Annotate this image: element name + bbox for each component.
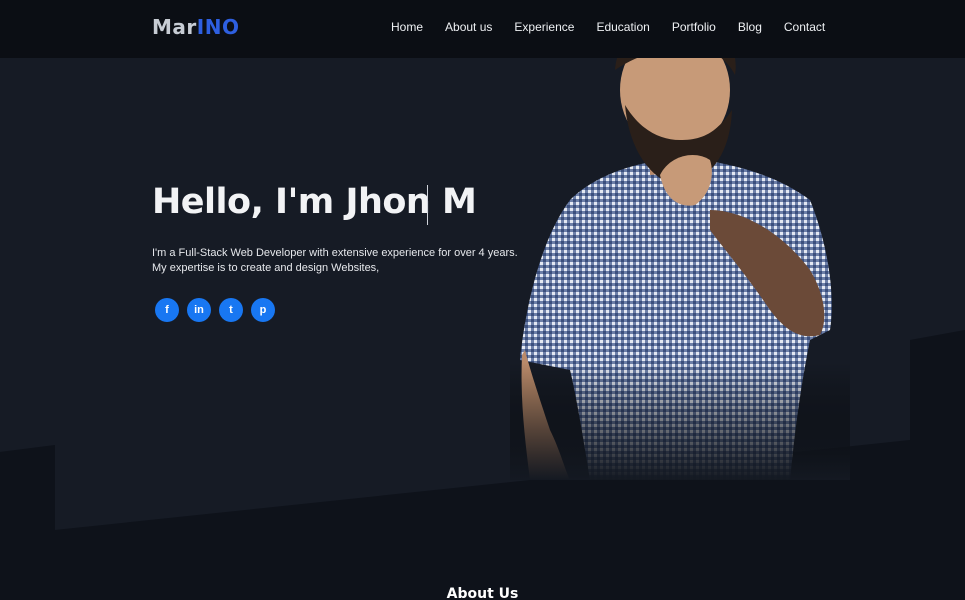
typing-caret (427, 185, 428, 225)
main-nav: Home About us Experience Education Portf… (391, 20, 825, 34)
nav-item-experience[interactable]: Experience (514, 20, 574, 34)
nav-item-contact[interactable]: Contact (784, 20, 825, 34)
social-links: f in t p (155, 298, 275, 322)
nav-item-portfolio[interactable]: Portfolio (672, 20, 716, 34)
nav-item-education[interactable]: Education (596, 20, 649, 34)
pinterest-glyph: p (259, 304, 267, 316)
twitter-icon[interactable]: t (219, 298, 243, 322)
logo-text-part1: Mar (152, 15, 197, 39)
site-header: MarINO Home About us Experience Educatio… (0, 0, 965, 58)
nav-item-home[interactable]: Home (391, 20, 423, 34)
facebook-glyph: f (165, 304, 169, 316)
about-section-title: About Us (446, 586, 519, 600)
twitter-glyph: t (229, 304, 233, 316)
nav-item-about-us[interactable]: About us (445, 20, 492, 34)
linkedin-glyph: in (194, 304, 204, 316)
facebook-icon[interactable]: f (155, 298, 179, 322)
pinterest-icon[interactable]: p (251, 298, 275, 322)
hero-description: I'm a Full-Stack Web Developer with exte… (152, 247, 518, 274)
hero-portrait-image (510, 10, 850, 480)
linkedin-icon[interactable]: in (187, 298, 211, 322)
nav-item-blog[interactable]: Blog (738, 20, 762, 34)
logo-text-part2: INO (196, 15, 240, 39)
site-logo[interactable]: MarINO (152, 15, 239, 39)
